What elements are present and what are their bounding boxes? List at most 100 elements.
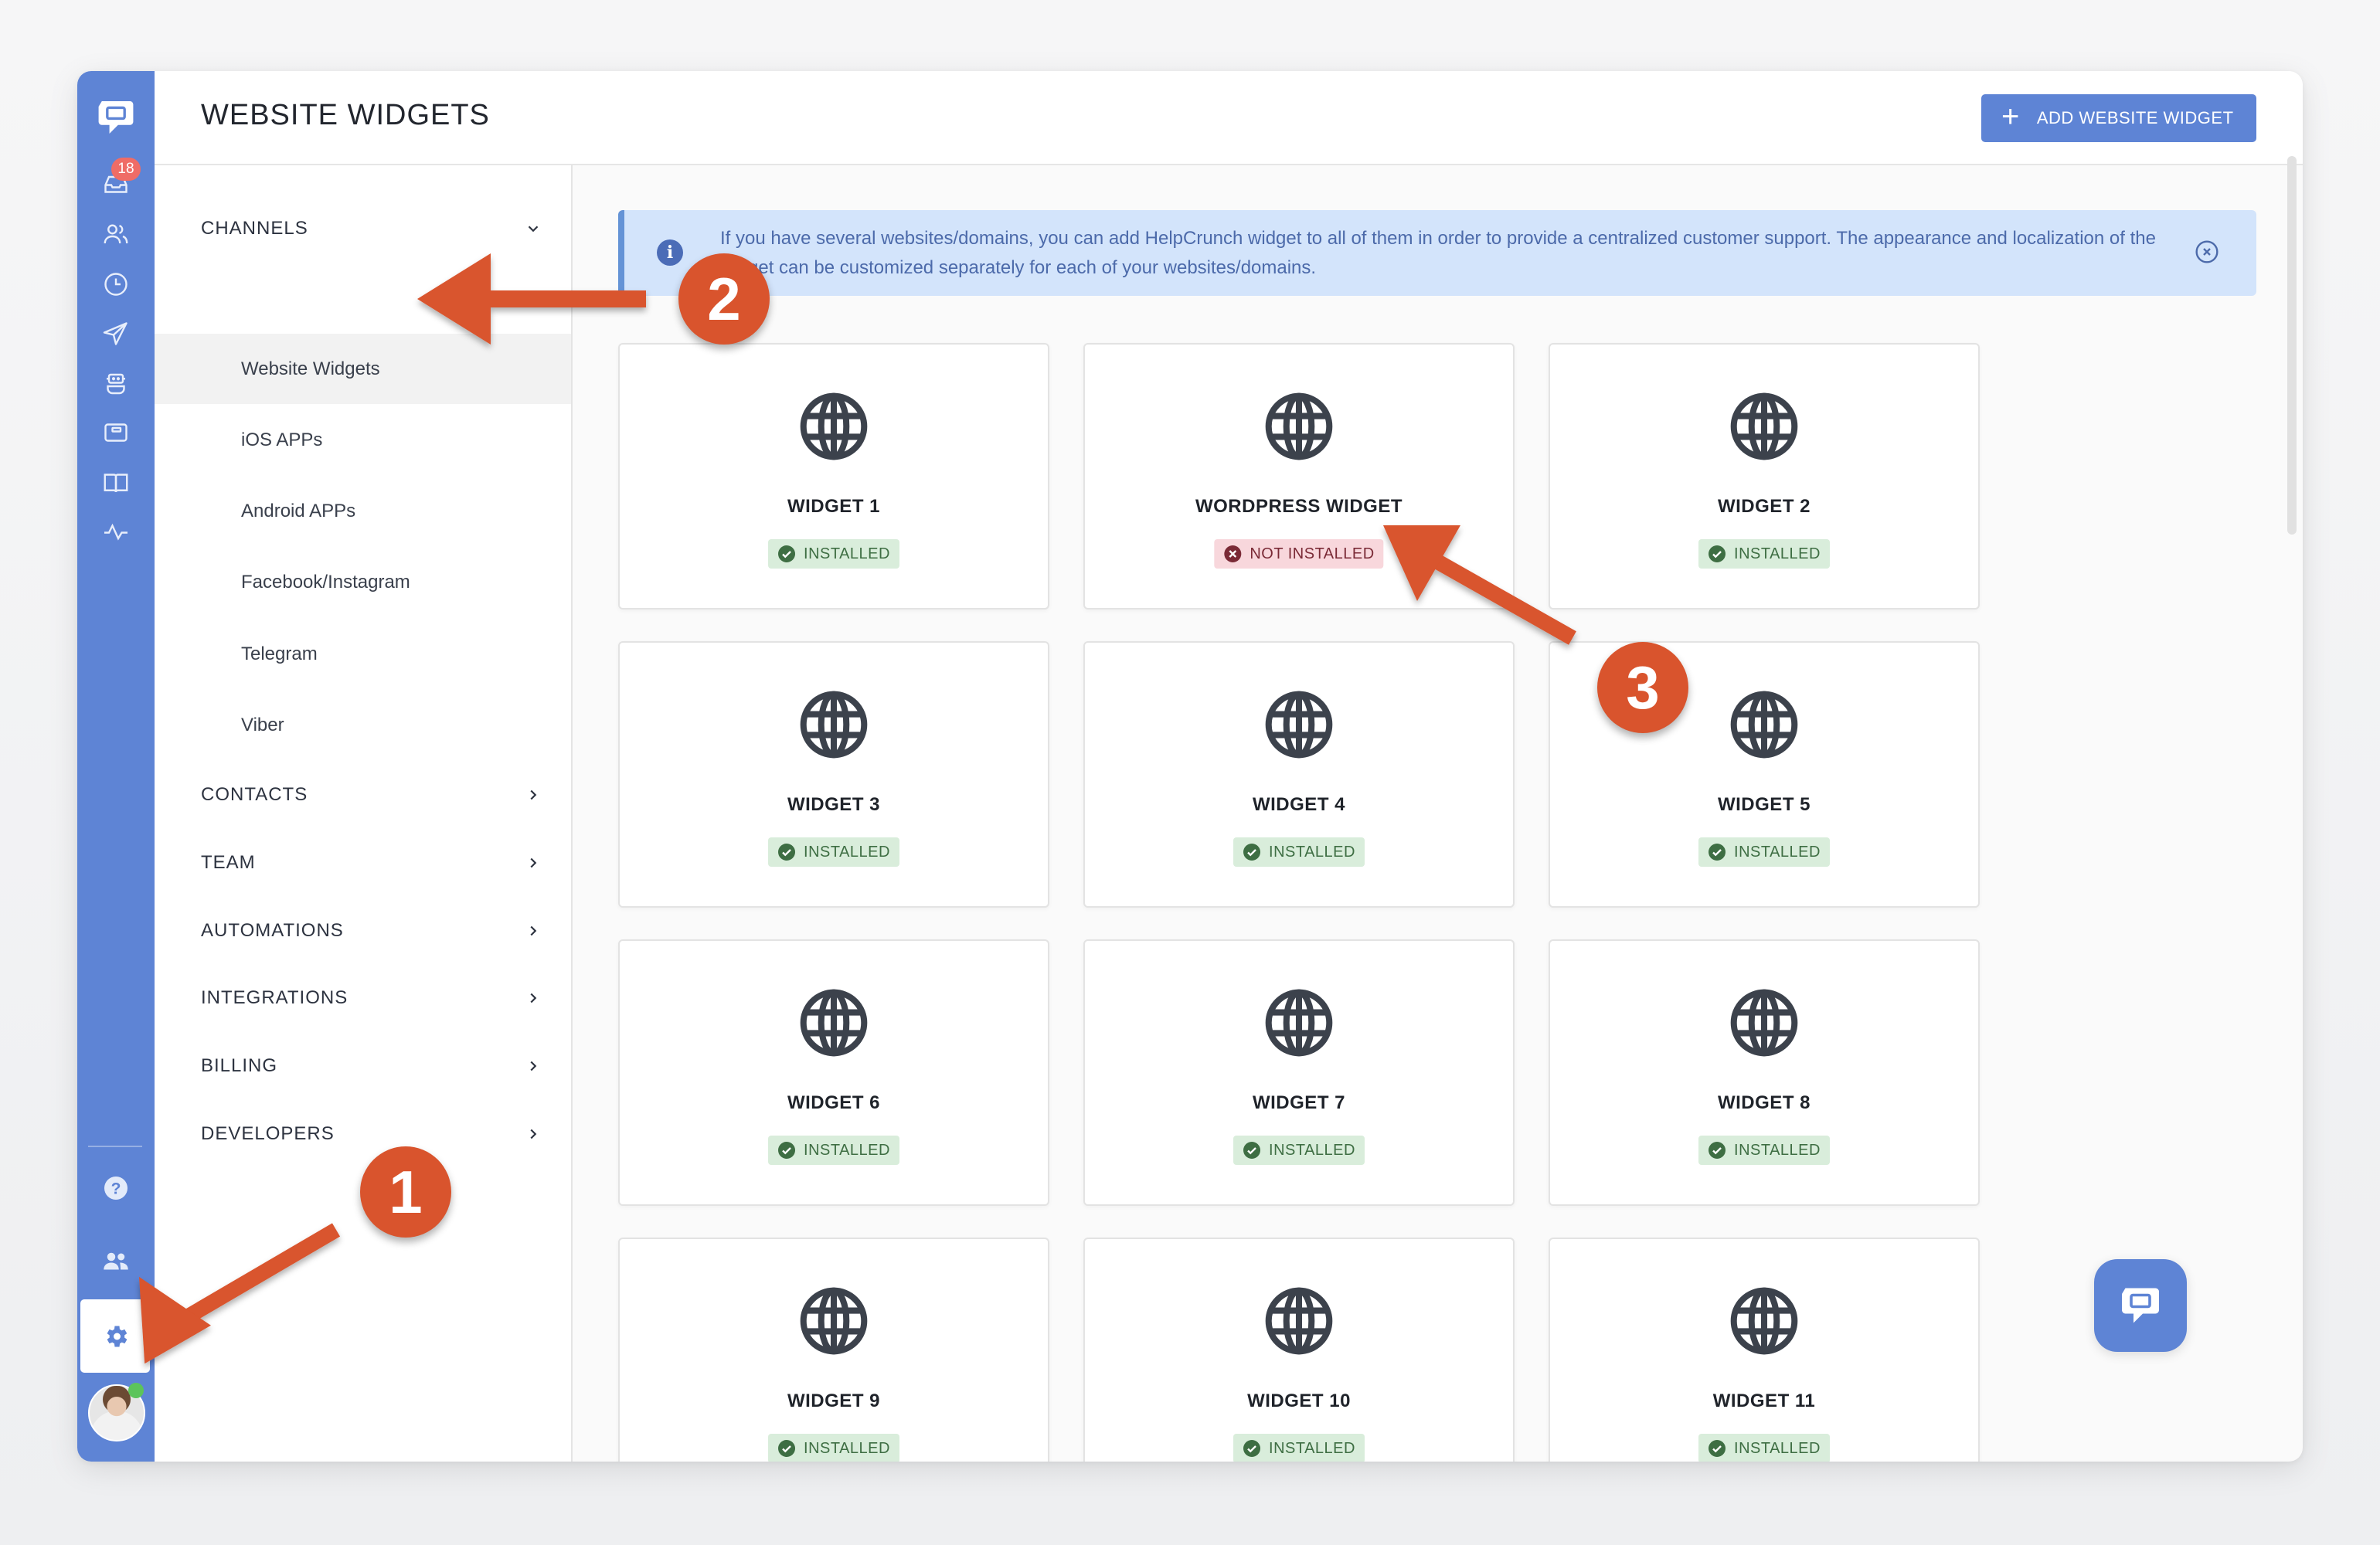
submenu-section-channels[interactable]: CHANNELS (155, 205, 571, 252)
check-circle-icon (777, 545, 796, 563)
campaigns-nav[interactable] (77, 311, 155, 357)
widget-name: WORDPRESS WIDGET (1195, 496, 1402, 517)
widget-card[interactable]: WIDGET 9 INSTALLED (618, 1238, 1049, 1462)
submenu-item-label: Viber (241, 715, 284, 735)
svg-text:?: ? (111, 1180, 121, 1198)
submenu-section-integrations[interactable]: INTEGRATIONS (155, 975, 571, 1021)
widget-card[interactable]: WIDGET 4 INSTALLED (1083, 641, 1515, 908)
contacts-nav[interactable] (77, 211, 155, 257)
app-window: 18 ? WEBSITE WIDGETS + ADD WEBSITE WIDGE… (77, 71, 2303, 1462)
widget-name: WIDGET 9 (787, 1390, 880, 1411)
globe-icon (1263, 689, 1334, 760)
main-nav-rail: 18 ? (77, 71, 155, 1462)
widget-card[interactable]: WIDGET 3 INSTALLED (618, 641, 1049, 908)
widget-status-badge: INSTALLED (1698, 1434, 1830, 1462)
settings-nav[interactable] (77, 1313, 155, 1360)
help-nav[interactable]: ? (77, 1165, 155, 1211)
check-circle-icon (1708, 1141, 1726, 1160)
widget-card[interactable]: WIDGET 10 INSTALLED (1083, 1238, 1515, 1462)
submenu-item-label: Website Widgets (241, 358, 380, 379)
team-nav[interactable] (77, 1238, 155, 1285)
chevron-right-icon (530, 1061, 537, 1071)
globe-icon (798, 689, 869, 760)
chat-launcher-button[interactable] (2094, 1259, 2187, 1352)
settings-submenu: CHANNELS Website Widgets iOS APPs Androi… (155, 165, 573, 1462)
widget-card[interactable]: WIDGET 1 INSTALLED (618, 343, 1049, 610)
submenu-item-label: Telegram (241, 643, 318, 664)
chatbot-nav[interactable] (77, 361, 155, 407)
submenu-item-ios-apps[interactable]: iOS APPs (155, 417, 571, 464)
globe-icon (1729, 1285, 1800, 1357)
section-label: TEAM (201, 852, 256, 873)
globe-icon (798, 987, 869, 1058)
section-label: AUTOMATIONS (201, 920, 344, 941)
widget-status-badge: INSTALLED (1698, 539, 1830, 569)
widget-nav[interactable] (77, 409, 155, 456)
check-circle-icon (777, 1439, 796, 1458)
submenu-section-billing[interactable]: BILLING (155, 1043, 571, 1089)
submenu-item-website-widgets[interactable]: Website Widgets (155, 334, 571, 404)
reports-nav[interactable] (77, 508, 155, 555)
widget-card[interactable]: WIDGET 8 INSTALLED (1549, 939, 1980, 1206)
annotation-callout-1: 1 (360, 1146, 451, 1238)
widget-status-badge: INSTALLED (1698, 1136, 1830, 1165)
widget-name: WIDGET 1 (787, 496, 880, 517)
widget-card[interactable]: WORDPRESS WIDGET NOT INSTALLED (1083, 343, 1515, 610)
widget-card[interactable]: WIDGET 7 INSTALLED (1083, 939, 1515, 1206)
book-icon (104, 474, 128, 493)
submenu-section-contacts[interactable]: CONTACTS (155, 772, 571, 818)
widget-status-label: INSTALLED (804, 545, 890, 562)
widget-card[interactable]: WIDGET 6 INSTALLED (618, 939, 1049, 1206)
submenu-item-facebook-instagram[interactable]: Facebook/Instagram (155, 559, 571, 606)
submenu-item-viber[interactable]: Viber (155, 702, 571, 749)
check-circle-icon (1708, 1439, 1726, 1458)
bot-icon (107, 373, 125, 395)
globe-icon (1263, 1285, 1334, 1357)
check-circle-icon (1243, 1141, 1261, 1160)
unread-badge: 18 (111, 158, 141, 181)
settings-icon (107, 1326, 128, 1347)
check-circle-icon (777, 843, 796, 861)
submenu-item-android-apps[interactable]: Android APPs (155, 488, 571, 535)
widget-card[interactable]: WIDGET 11 INSTALLED (1549, 1238, 1980, 1462)
submenu-section-automations[interactable]: AUTOMATIONS (155, 908, 571, 954)
plus-icon: + (2001, 100, 2020, 134)
chevron-right-icon (530, 925, 537, 936)
section-label: INTEGRATIONS (201, 987, 348, 1008)
widget-card[interactable]: WIDGET 2 INSTALLED (1549, 343, 1980, 610)
widget-name: WIDGET 6 (787, 1092, 880, 1113)
close-banner-icon[interactable] (2195, 239, 2219, 264)
globe-icon (1729, 391, 1800, 462)
chevron-right-icon (530, 993, 537, 1003)
widget-status-badge: INSTALLED (768, 1136, 899, 1165)
widget-icon (104, 423, 128, 442)
globe-icon (1263, 987, 1334, 1058)
globe-icon (1263, 391, 1334, 462)
inbox-nav[interactable]: 18 (77, 158, 155, 207)
submenu-section-developers[interactable]: DEVELOPERS (155, 1111, 571, 1157)
annotation-callout-3: 3 (1597, 642, 1688, 733)
check-circle-icon (1708, 843, 1726, 861)
widget-name: WIDGET 7 (1252, 1092, 1345, 1113)
globe-icon (1729, 689, 1800, 760)
content-scrollbar[interactable] (2287, 156, 2297, 535)
widget-name: WIDGET 8 (1717, 1092, 1810, 1113)
widget-status-badge: INSTALLED (1233, 1434, 1365, 1462)
submenu-item-telegram[interactable]: Telegram (155, 631, 571, 677)
widget-status-label: INSTALLED (1734, 1141, 1821, 1159)
chat-logo-icon[interactable] (77, 94, 155, 141)
widget-status-label: INSTALLED (804, 843, 890, 861)
widget-status-badge: INSTALLED (1698, 837, 1830, 867)
history-nav[interactable] (77, 261, 155, 307)
widget-status-badge: INSTALLED (1233, 837, 1365, 867)
knowledge-base-nav[interactable] (77, 460, 155, 506)
widget-name: WIDGET 11 (1712, 1390, 1816, 1411)
info-banner: i If you have several websites/domains, … (618, 210, 2256, 296)
widget-name: WIDGET 2 (1717, 496, 1810, 517)
clock-icon (104, 273, 128, 296)
page-header: WEBSITE WIDGETS + ADD WEBSITE WIDGET (155, 71, 2303, 165)
widget-status-label: INSTALLED (1269, 843, 1355, 861)
chevron-down-icon (528, 226, 539, 233)
add-website-widget-button[interactable]: + ADD WEBSITE WIDGET (1981, 94, 2256, 142)
submenu-section-team[interactable]: TEAM (155, 840, 571, 886)
